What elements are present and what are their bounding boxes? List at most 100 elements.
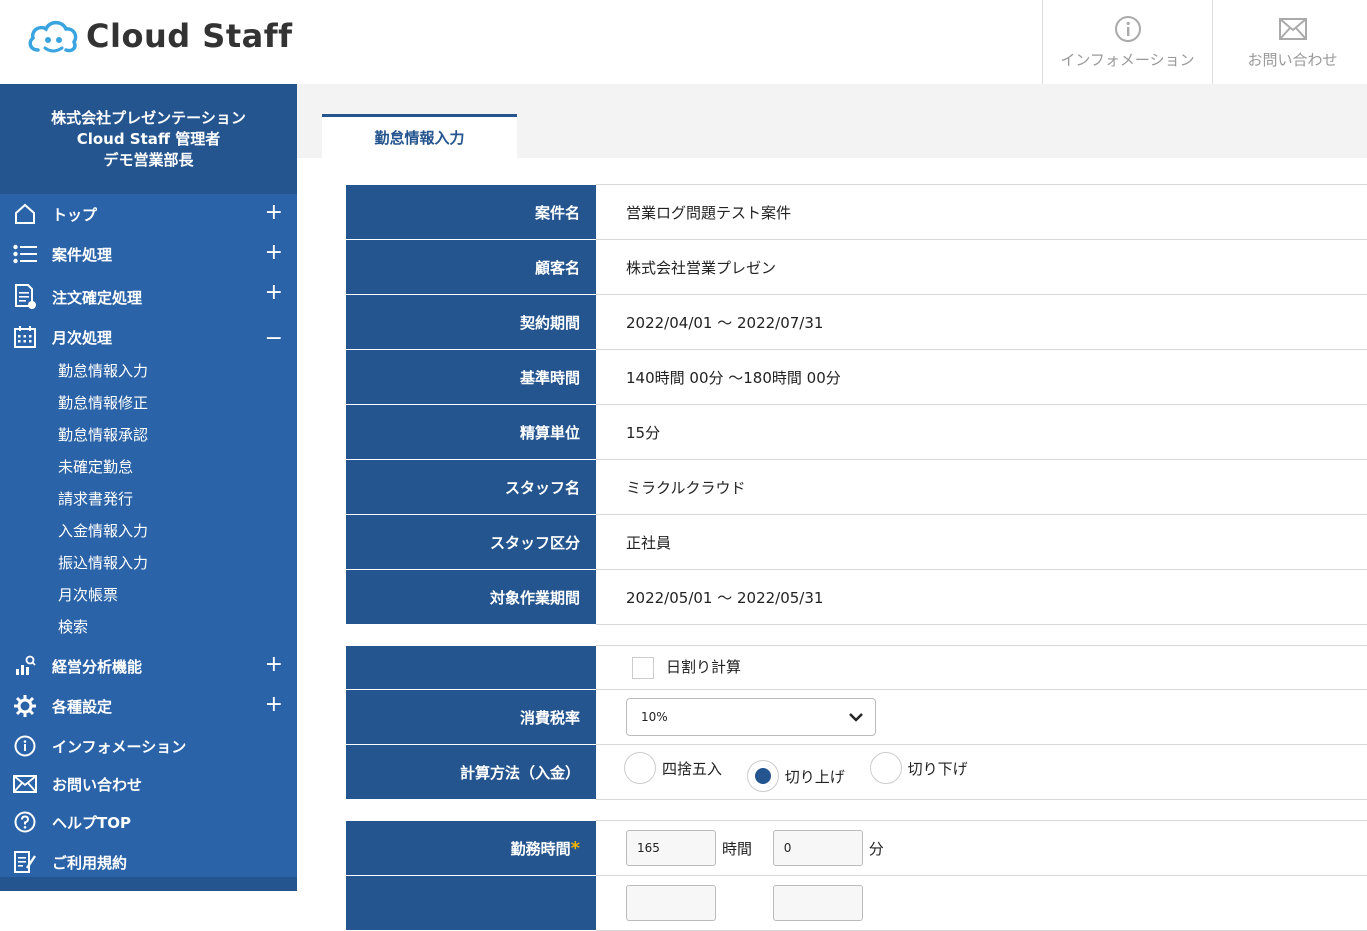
gear-icon xyxy=(14,695,36,717)
table-row: 顧客名 株式会社営業プレゼン xyxy=(346,239,1367,295)
table-row: スタッフ名 ミラクルクラウド xyxy=(346,459,1367,515)
sidebar-item-label: 各種設定 xyxy=(52,697,113,716)
row-label: 基準時間 xyxy=(346,349,596,405)
chart-icon xyxy=(16,655,36,675)
help-icon xyxy=(14,811,36,833)
daily-calc-checkbox[interactable] xyxy=(632,656,654,679)
user-company: 株式会社プレゼンテーション xyxy=(51,108,246,127)
row-label: スタッフ区分 xyxy=(346,514,596,570)
row-value: 2022/04/01 〜 2022/07/31 xyxy=(596,294,1367,350)
header-info-button[interactable]: インフォメーション xyxy=(1042,0,1212,84)
work-time-table: 勤務時間* 165 時間 0分 時間 xyxy=(346,820,1367,931)
extra-minutes-input[interactable] xyxy=(772,885,863,921)
expand-icon[interactable]: + xyxy=(265,240,283,265)
sidebar-subitem-unconfirmed[interactable]: 未確定勤怠 xyxy=(0,450,297,482)
sidebar-item-help[interactable]: ヘルプTOP xyxy=(0,802,297,842)
sidebar-item-contact[interactable]: お問い合わせ xyxy=(0,766,297,802)
user-dept: デモ営業部長 xyxy=(103,150,194,169)
tax-rate-select[interactable]: 10% xyxy=(626,698,876,736)
tab-attendance-input[interactable]: 勤怠情報入力 xyxy=(322,114,517,158)
user-info: 株式会社プレゼンテーション Cloud Staff 管理者 デモ営業部長 xyxy=(0,84,297,194)
daily-calc-label: 日割り計算 xyxy=(666,658,742,677)
calc-floor-radio[interactable]: 切り下げ xyxy=(869,752,968,784)
terms-icon xyxy=(14,851,36,873)
sidebar-subitem-monthly-report[interactable]: 月次帳票 xyxy=(0,578,297,610)
sidebar-item-orders[interactable]: 注文確定処理 + xyxy=(0,274,297,320)
expand-icon[interactable]: + xyxy=(265,692,283,717)
home-icon xyxy=(15,203,35,224)
row-value: 正社員 xyxy=(596,514,1367,570)
row-value: 株式会社営業プレゼン xyxy=(596,239,1367,295)
row-label: 案件名 xyxy=(346,184,596,240)
mail-icon xyxy=(13,775,37,793)
hours-unit: 時間 xyxy=(722,839,753,858)
row-label: 勤務時間* xyxy=(346,820,596,876)
list-icon xyxy=(13,244,37,264)
row-value: ミラクルクラウド xyxy=(596,459,1367,515)
expand-icon[interactable]: + xyxy=(265,652,283,677)
header-contact-label: お問い合わせ xyxy=(1247,50,1338,69)
sidebar-item-label: インフォメーション xyxy=(52,737,187,756)
logo[interactable]: Cloud Staff xyxy=(28,14,293,58)
sidebar-item-terms[interactable]: ご利用規約 xyxy=(0,842,297,882)
table-row: 日割り計算 xyxy=(346,645,1367,690)
sidebar-subitem-transfer-input[interactable]: 振込情報入力 xyxy=(0,546,297,578)
minutes-unit: 分 xyxy=(868,839,884,858)
mail-icon xyxy=(1278,17,1307,40)
sidebar-item-label: お問い合わせ xyxy=(52,775,143,794)
sidebar-item-label: 経営分析機能 xyxy=(52,657,143,676)
sidebar-subitem-attendance-edit[interactable]: 勤怠情報修正 xyxy=(0,386,297,418)
work-hours-input[interactable]: 165 xyxy=(626,830,716,866)
row-value: 140時間 00分 〜180時間 00分 xyxy=(596,349,1367,405)
calc-ceil-radio[interactable]: 切り上げ xyxy=(746,760,845,792)
sidebar-subitem-search[interactable]: 検索 xyxy=(0,610,297,642)
sidebar-subitem-attendance-approve[interactable]: 勤怠情報承認 xyxy=(0,418,297,450)
work-minutes-input[interactable]: 0 xyxy=(772,830,863,866)
row-label: 精算単位 xyxy=(346,404,596,460)
info-icon xyxy=(1114,15,1141,42)
row-label-empty xyxy=(346,875,596,931)
collapse-icon[interactable]: − xyxy=(265,326,283,351)
table-row: 基準時間 140時間 00分 〜180時間 00分 xyxy=(346,349,1367,405)
sidebar-item-settings[interactable]: 各種設定 + xyxy=(0,686,297,726)
main-content: 勤怠情報入力 案件名 営業ログ問題テスト案件 顧客名 株式会社営業プレゼン 契約期間… xyxy=(297,84,1367,931)
row-label: 顧客名 xyxy=(346,239,596,295)
row-label: 対象作業期間 xyxy=(346,569,596,625)
sidebar-subitem-payment-input[interactable]: 入金情報入力 xyxy=(0,514,297,546)
row-label-empty xyxy=(346,645,596,690)
sidebar-subitem-invoice[interactable]: 請求書発行 xyxy=(0,482,297,514)
sidebar-item-monthly[interactable]: 月次処理 − xyxy=(0,320,297,354)
extra-hours-input[interactable] xyxy=(626,885,716,921)
calc-round-radio[interactable]: 四捨五入 xyxy=(624,752,722,784)
table-row: 対象作業期間 2022/05/01 〜 2022/05/31 xyxy=(346,569,1367,625)
table-row: 消費税率 10% xyxy=(346,689,1367,745)
sidebar-item-label: 月次処理 xyxy=(52,328,113,347)
sidebar-item-information[interactable]: インフォメーション xyxy=(0,726,297,766)
sidebar-item-projects[interactable]: 案件処理 + xyxy=(0,234,297,274)
sidebar: 株式会社プレゼンテーション Cloud Staff 管理者 デモ営業部長 トップ… xyxy=(0,84,297,891)
table-row: スタッフ区分 正社員 xyxy=(346,514,1367,570)
sidebar-item-analysis[interactable]: 経営分析機能 + xyxy=(0,646,297,686)
cloud-logo-icon xyxy=(28,20,78,53)
sidebar-item-top[interactable]: トップ + xyxy=(0,194,297,234)
table-row: 案件名 営業ログ問題テスト案件 xyxy=(346,184,1367,240)
sidebar-subitem-attendance-input[interactable]: 勤怠情報入力 xyxy=(0,354,297,386)
row-value: 営業ログ問題テスト案件 xyxy=(596,184,1367,240)
expand-icon[interactable]: + xyxy=(265,200,283,225)
table-row: 計算方法（入金） 四捨五入 切り上げ 切り下げ xyxy=(346,744,1367,800)
calendar-icon xyxy=(14,326,36,348)
top-header: Cloud Staff インフォメーション お問い合わせ xyxy=(0,0,1367,84)
row-value: 2022/05/01 〜 2022/05/31 xyxy=(596,569,1367,625)
document-check-icon xyxy=(15,284,36,309)
header-contact-button[interactable]: お問い合わせ xyxy=(1212,0,1367,84)
row-label: 消費税率 xyxy=(346,689,596,745)
row-label: スタッフ名 xyxy=(346,459,596,515)
calc-settings-table: 日割り計算 消費税率 10% 計算方法（入金） 四捨五入 切り上げ 切り下げ xyxy=(346,645,1367,800)
required-star-icon: * xyxy=(570,837,580,859)
logo-text: Cloud Staff xyxy=(86,17,293,55)
row-value: 15分 xyxy=(596,404,1367,460)
project-info-table: 案件名 営業ログ問題テスト案件 顧客名 株式会社営業プレゼン 契約期間 2022/04… xyxy=(346,184,1367,625)
expand-icon[interactable]: + xyxy=(265,280,283,305)
row-label: 計算方法（入金） xyxy=(346,744,596,800)
table-row: 精算単位 15分 xyxy=(346,404,1367,460)
